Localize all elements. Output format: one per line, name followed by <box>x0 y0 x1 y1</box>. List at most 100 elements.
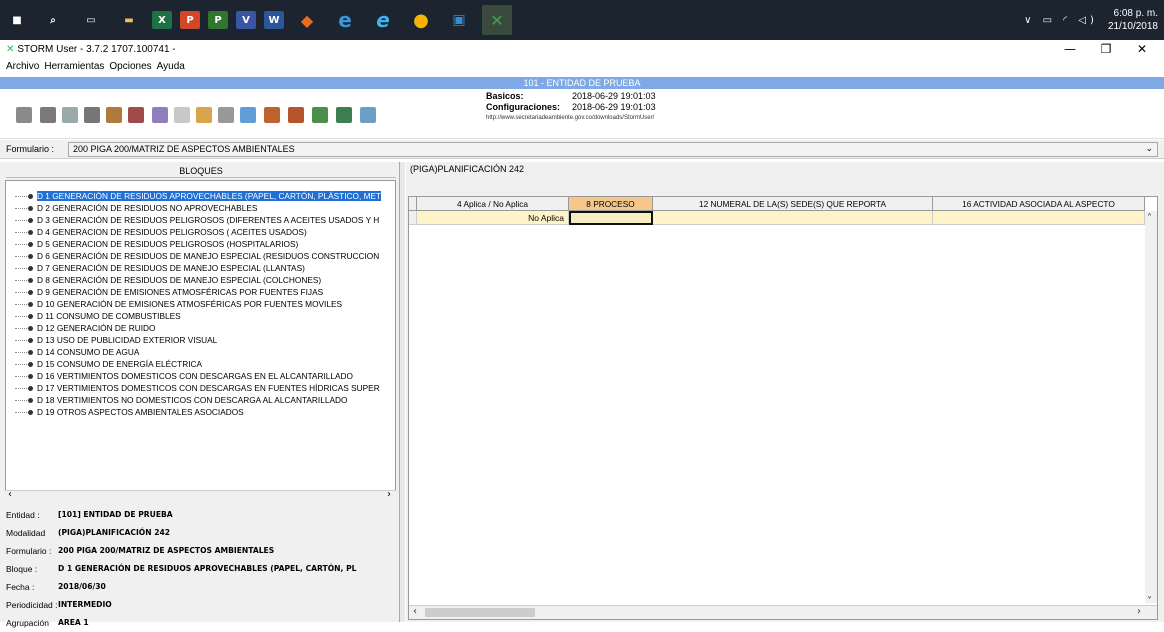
row-header-corner <box>409 197 417 211</box>
details-panel: Entidad : [101] ENTIDAD DE PRUEBA Modalid… <box>6 506 356 632</box>
form-label: Formulario : <box>6 144 55 154</box>
scroll-thumb[interactable] <box>425 608 535 617</box>
entity-banner: 101 - ENTIDAD DE PRUEBA <box>0 77 1164 89</box>
panel-splitter[interactable] <box>399 162 405 622</box>
tree-item[interactable]: D 13 USO DE PUBLICIDAD EXTERIOR VISUAL <box>6 334 395 346</box>
tree-item[interactable]: D 15 CONSUMO DE ENERGÍA ELÉCTRICA <box>6 358 395 370</box>
review-icon[interactable] <box>288 107 304 123</box>
tree-item[interactable]: D 18 VERTIMIENTOS NO DOMESTICOS CON DESC… <box>6 394 395 406</box>
table-add-icon[interactable] <box>312 107 328 123</box>
office-icon[interactable]: ◆ <box>292 5 322 35</box>
config-label: Configuraciones: <box>486 102 561 112</box>
report-icon[interactable] <box>360 107 376 123</box>
tree-item[interactable]: D 6 GENERACIÓN DE RESIDUOS DE MANEJO ESP… <box>6 250 395 262</box>
save-icon[interactable] <box>62 107 78 123</box>
tree-item[interactable]: D 9 GENERACIÓN DE EMISIONES ATMOSFÉRICAS… <box>6 286 395 298</box>
building-icon[interactable] <box>196 107 212 123</box>
tree-item[interactable]: D 11 CONSUMO DE COMBUSTIBLES <box>6 310 395 322</box>
row-header[interactable] <box>409 211 417 225</box>
file-explorer-icon[interactable]: ▬ <box>114 5 144 35</box>
chevron-down-icon[interactable]: ⌄ <box>1145 143 1153 156</box>
menu-ayuda[interactable]: Ayuda <box>157 61 185 72</box>
download-url[interactable]: http://www.secretariadeambiente.gov.co/d… <box>486 113 656 124</box>
storm-icon[interactable]: ✕ <box>482 5 512 35</box>
print-icon[interactable] <box>84 107 100 123</box>
bloques-tree[interactable]: D 1 GENERACIÓN DE RESIDUOS APROVECHABLES… <box>5 180 396 502</box>
visio-icon[interactable]: V <box>236 11 256 29</box>
column-header[interactable]: 16 ACTIVIDAD ASOCIADA AL ASPECTO <box>933 197 1145 211</box>
task-view-icon[interactable]: ▭ <box>76 5 106 35</box>
window-title: STORM User - 3.7.2 1707.100741 - <box>17 43 176 55</box>
grid-cell-active[interactable] <box>569 211 653 225</box>
column-header[interactable]: 8 PROCESO <box>569 197 653 211</box>
send-icon[interactable] <box>240 107 256 123</box>
maximize-button[interactable]: ❐ <box>1086 40 1126 58</box>
scroll-left-icon[interactable]: ‹ <box>413 606 417 617</box>
scroll-up-icon[interactable]: ˄ <box>1147 213 1152 224</box>
import-icon[interactable] <box>106 107 122 123</box>
search-icon[interactable]: ⌕ <box>38 5 68 35</box>
clock-time: 6:08 p. m. <box>1113 8 1158 19</box>
validate-icon[interactable] <box>264 107 280 123</box>
tree-horizontal-scrollbar[interactable]: ‹ › <box>5 489 396 502</box>
tree-item[interactable]: D 4 GENERACION DE RESIDUOS PELIGROSOS ( … <box>6 226 395 238</box>
internet-explorer-icon[interactable]: e <box>368 5 398 35</box>
menu-opciones[interactable]: Opciones <box>109 61 151 72</box>
tree-item[interactable]: D 19 OTROS ASPECTOS AMBIENTALES ASOCIADO… <box>6 406 395 418</box>
scroll-right-icon[interactable]: › <box>387 489 391 500</box>
storm-logo-icon: ✕ <box>6 43 15 55</box>
node-bullet-icon <box>28 229 33 235</box>
powerpoint-icon[interactable]: P <box>180 11 200 29</box>
close-button[interactable]: ✕ <box>1122 40 1162 58</box>
menu-herramientas[interactable]: Herramientas <box>44 61 104 72</box>
excel-icon[interactable]: X <box>152 11 172 29</box>
node-bullet-icon <box>28 217 33 223</box>
column-header[interactable]: 12 NUMERAL DE LA(S) SEDE(S) QUE REPORTA <box>653 197 933 211</box>
node-bullet-icon <box>28 253 33 259</box>
tree-item[interactable]: D 2 GENERACIÓN DE RESIDUOS NO APROVECHAB… <box>6 202 395 214</box>
grid-horizontal-scrollbar[interactable]: ‹ › <box>409 605 1157 619</box>
tree-item[interactable]: D 1 GENERACIÓN DE RESIDUOS APROVECHABLES… <box>6 190 395 202</box>
word-icon[interactable]: W <box>264 11 284 29</box>
node-bullet-icon <box>28 277 33 283</box>
new-document-icon[interactable] <box>16 107 32 123</box>
tree-item[interactable]: D 8 GENERACIÓN DE RESIDUOS DE MANEJO ESP… <box>6 274 395 286</box>
clear-filter-icon[interactable] <box>174 107 190 123</box>
edge-icon[interactable]: e <box>330 5 360 35</box>
filter-icon[interactable] <box>152 107 168 123</box>
scroll-left-icon[interactable]: ‹ <box>8 489 12 500</box>
scroll-right-icon[interactable]: › <box>1137 606 1141 617</box>
chrome-icon[interactable]: ● <box>406 5 436 35</box>
tree-item[interactable]: D 17 VERTIMIENTOS DOMESTICOS CON DESCARG… <box>6 382 395 394</box>
detail-value: [101] ENTIDAD DE PRUEBA <box>58 510 173 519</box>
tree-item[interactable]: D 14 CONSUMO DE AGUA <box>6 346 395 358</box>
tray-icons[interactable]: ∨ ▭ ◜ ◁) <box>1024 15 1098 26</box>
grid-vertical-scrollbar[interactable]: ˄ ˅ <box>1145 211 1157 607</box>
grid-cell[interactable] <box>653 211 933 225</box>
form-select[interactable]: 200 PIGA 200/MATRIZ DE ASPECTOS AMBIENTA… <box>68 142 1158 157</box>
grid-cell[interactable] <box>933 211 1145 225</box>
windows-start-icon[interactable]: ■ <box>4 5 30 35</box>
minimize-button[interactable]: — <box>1050 40 1090 58</box>
grid-cell[interactable]: No Aplica <box>417 211 569 225</box>
export-icon[interactable] <box>128 107 144 123</box>
tree-item[interactable]: D 3 GENERACIÓN DE RESIDUOS PELIGROSOS (D… <box>6 214 395 226</box>
system-tray: ∨ ▭ ◜ ◁) 6:08 p. m. 21/10/2018 <box>1024 4 1158 36</box>
table-remove-icon[interactable] <box>336 107 352 123</box>
data-grid[interactable]: 4 Aplica / No Aplica 8 PROCESO 12 NUMERA… <box>408 196 1158 620</box>
tree-item[interactable]: D 5 GENERACION DE RESIDUOS PELIGROSOS (H… <box>6 238 395 250</box>
project-icon[interactable]: P <box>208 11 228 29</box>
detail-value: INTERMEDIO <box>58 600 112 609</box>
tree-item[interactable]: D 10 GENERACIÓN DE EMISIONES ATMOSFÉRICA… <box>6 298 395 310</box>
column-header[interactable]: 4 Aplica / No Aplica <box>417 197 569 211</box>
basicos-value: 2018-06-29 19:01:03 <box>572 91 656 101</box>
menu-archivo[interactable]: Archivo <box>6 61 39 72</box>
open-folder-icon[interactable] <box>40 107 56 123</box>
node-bullet-icon <box>28 289 33 295</box>
app-icon[interactable]: ▣ <box>444 5 474 35</box>
clock[interactable]: 6:08 p. m. 21/10/2018 <box>1108 7 1158 33</box>
tree-item[interactable]: D 12 GENERACIÓN DE RUIDO <box>6 322 395 334</box>
tree-item[interactable]: D 7 GENERACIÓN DE RESIDUOS DE MANEJO ESP… <box>6 262 395 274</box>
grid-icon[interactable] <box>218 107 234 123</box>
tree-item[interactable]: D 16 VERTIMIENTOS DOMESTICOS CON DESCARG… <box>6 370 395 382</box>
